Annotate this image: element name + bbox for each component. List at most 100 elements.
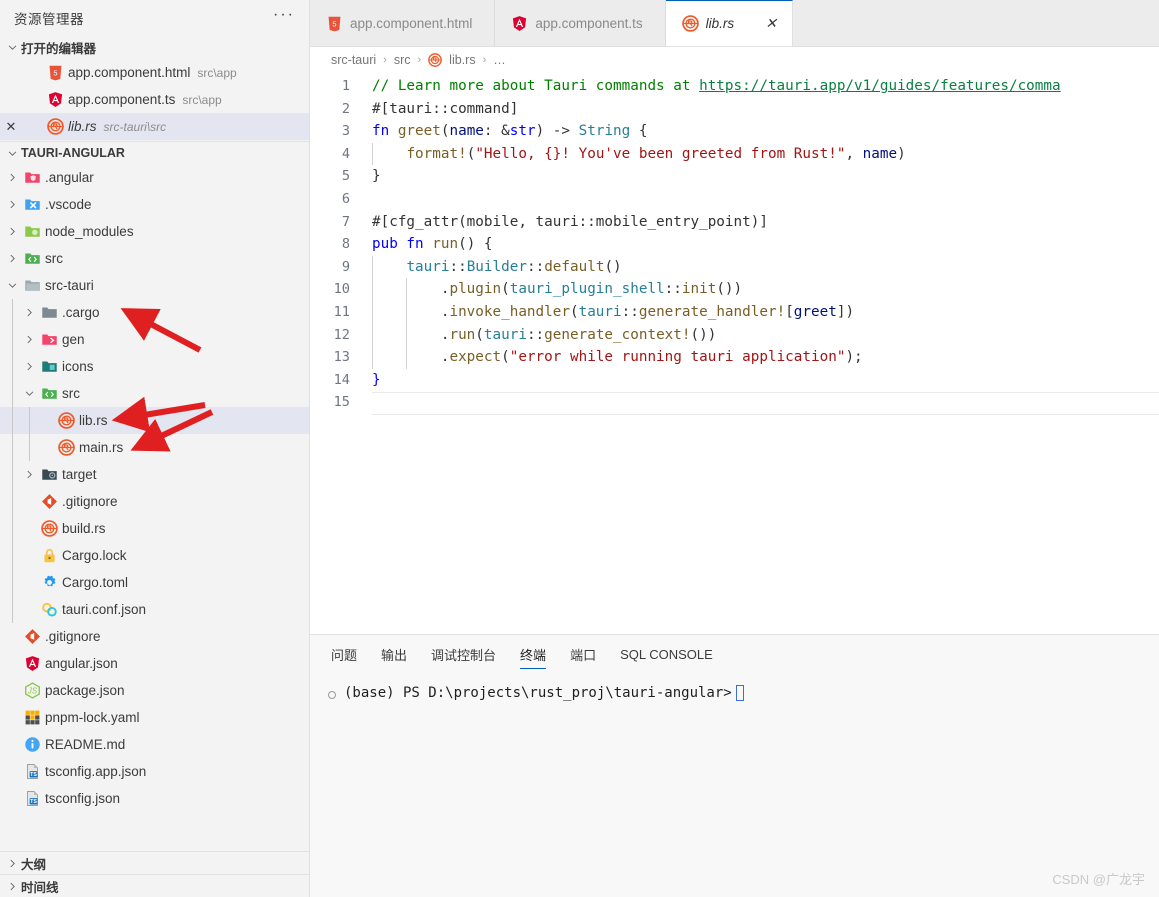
folder-node-icon — [21, 223, 43, 241]
breadcrumb-part[interactable]: src-tauri — [331, 53, 376, 67]
code-line: 3fn greet(name: &str) -> String { — [310, 120, 1159, 143]
tree-file-row[interactable]: build.rs — [0, 515, 309, 542]
tree-folder-row[interactable]: .cargo — [0, 299, 309, 326]
chevron-right-icon[interactable] — [21, 469, 38, 480]
tree-folder-row[interactable]: .angular — [0, 164, 309, 191]
section-outline[interactable]: 大纲 — [0, 851, 309, 874]
folder-gen-icon — [38, 331, 60, 349]
line-number: 9 — [310, 256, 362, 279]
chevron-right-icon[interactable] — [21, 307, 38, 318]
code-line-text: } — [362, 369, 381, 392]
code-editor[interactable]: 1// Learn more about Tauri commands at h… — [310, 73, 1159, 634]
breadcrumb-part[interactable]: src — [394, 53, 411, 67]
code-token: ( — [501, 349, 510, 365]
tree-file-row[interactable]: TStsconfig.json — [0, 785, 309, 812]
breadcrumb-separator: › — [483, 54, 487, 66]
html-file-icon: 5 — [44, 64, 66, 82]
tree-file-row[interactable]: .gitignore — [0, 488, 309, 515]
editor-tab[interactable]: app.component.ts — [495, 0, 665, 46]
tree-file-row[interactable]: TStsconfig.app.json — [0, 758, 309, 785]
chevron-right-icon[interactable] — [4, 199, 21, 210]
angular-file-icon — [511, 15, 535, 32]
code-token: } — [372, 168, 381, 184]
indent-guide — [12, 407, 13, 434]
code-token: :: — [527, 259, 544, 275]
tree-folder-row[interactable]: src — [0, 380, 309, 407]
tree-file-row[interactable]: angular.json — [0, 650, 309, 677]
explorer-title: 资源管理器 — [14, 8, 84, 28]
tree-file-row[interactable]: README.md — [0, 731, 309, 758]
close-icon[interactable]: ✕ — [758, 13, 784, 35]
tree-folder-row[interactable]: node_modules — [0, 218, 309, 245]
section-timeline-label: 时间线 — [21, 877, 59, 896]
section-timeline[interactable]: 时间线 — [0, 874, 309, 897]
code-token: generate_handler! — [639, 304, 785, 320]
code-line-text: // Learn more about Tauri commands at ht… — [362, 75, 1061, 98]
code-token: ( — [501, 281, 510, 297]
tree-file-row[interactable]: tauri.conf.json — [0, 596, 309, 623]
chevron-right-icon[interactable] — [21, 361, 38, 372]
open-editor-item[interactable]: ✕ lib.rssrc-tauri\src — [0, 113, 309, 140]
git-file-icon — [38, 493, 60, 511]
tree-file-row[interactable]: main.rs — [0, 434, 309, 461]
tree-folder-row[interactable]: src-tauri — [0, 272, 309, 299]
chevron-right-icon[interactable] — [4, 253, 21, 264]
tree-folder-row[interactable]: gen — [0, 326, 309, 353]
tree-file-row[interactable]: Cargo.lock — [0, 542, 309, 569]
section-project-root[interactable]: TAURI-ANGULAR — [0, 141, 309, 164]
close-icon[interactable]: ✕ — [0, 119, 22, 135]
editor-tab[interactable]: 5app.component.html — [310, 0, 495, 46]
panel-tab[interactable]: SQL CONSOLE — [620, 635, 713, 673]
section-outline-label: 大纲 — [21, 854, 46, 873]
tree-item-label: .angular — [45, 170, 94, 185]
terminal-view[interactable]: (base) PS D:\projects\rust_proj\tauri-an… — [310, 673, 1159, 897]
code-token: ( — [570, 304, 579, 320]
tree-folder-row[interactable]: target — [0, 461, 309, 488]
chevron-right-icon[interactable] — [4, 226, 21, 237]
code-token: . — [372, 281, 449, 297]
code-token[interactable]: https://tauri.app/v1/guides/features/com… — [699, 78, 1061, 94]
panel-tab[interactable]: 端口 — [570, 635, 596, 673]
code-token: plugin — [449, 281, 501, 297]
code-token: format! — [406, 146, 466, 162]
breadcrumb[interactable]: src-tauri›src› lib.rs›… — [310, 47, 1159, 73]
chevron-right-icon[interactable] — [21, 334, 38, 345]
tauri-file-icon — [38, 601, 60, 619]
chevron-right-icon[interactable] — [4, 172, 21, 183]
open-editor-item[interactable]: 5app.component.htmlsrc\app — [0, 59, 309, 86]
tree-folder-row[interactable]: .vscode — [0, 191, 309, 218]
breadcrumb-part[interactable]: lib.rs — [449, 53, 475, 67]
code-token: : & — [484, 123, 510, 139]
code-token: :: — [622, 304, 639, 320]
folder-vscode-icon — [21, 196, 43, 214]
tree-file-row[interactable]: lib.rs — [0, 407, 309, 434]
chevron-down-icon[interactable] — [21, 388, 38, 399]
indent-guide — [12, 380, 13, 407]
section-open-editors[interactable]: 打开的编辑器 — [0, 36, 309, 59]
tree-file-row[interactable]: .gitignore — [0, 623, 309, 650]
chevron-down-icon[interactable] — [4, 280, 21, 291]
editor-tab[interactable]: lib.rs✕ — [666, 0, 794, 46]
tree-folder-row[interactable]: src — [0, 245, 309, 272]
panel-tab[interactable]: 终端 — [520, 635, 546, 673]
panel-tab[interactable]: 问题 — [331, 635, 357, 673]
folder-gray-icon — [38, 304, 60, 322]
tree-item-label: gen — [62, 332, 85, 347]
panel-tab[interactable]: 调试控制台 — [431, 635, 496, 673]
breadcrumb-part[interactable]: … — [493, 53, 506, 67]
code-token: #[tauri::command] — [372, 101, 518, 117]
code-token — [372, 146, 406, 162]
tree-file-row[interactable]: pnpm-lock.yaml — [0, 704, 309, 731]
code-token: ); — [845, 349, 862, 365]
open-editor-item[interactable]: app.component.tssrc\app — [0, 86, 309, 113]
tree-file-row[interactable]: Cargo.toml — [0, 569, 309, 596]
code-token: name — [863, 146, 897, 162]
line-number: 11 — [310, 301, 362, 324]
code-token: tauri — [406, 259, 449, 275]
tree-file-row[interactable]: JSpackage.json — [0, 677, 309, 704]
code-token: init — [682, 281, 716, 297]
panel-tab[interactable]: 输出 — [381, 635, 407, 673]
tree-folder-row[interactable]: icons — [0, 353, 309, 380]
code-content: 1// Learn more about Tauri commands at h… — [310, 73, 1159, 414]
more-actions-icon[interactable]: ··· — [273, 10, 295, 26]
